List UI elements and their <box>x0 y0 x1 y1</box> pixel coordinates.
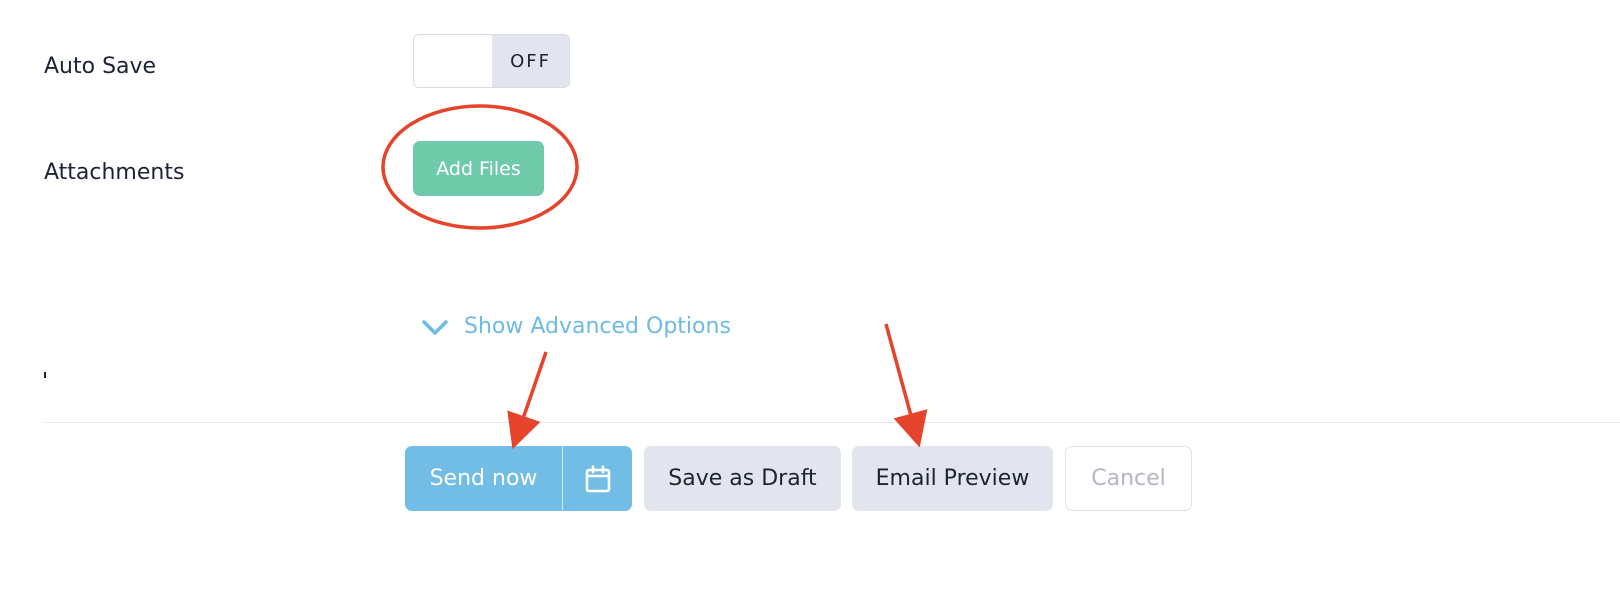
auto-save-label: Auto Save <box>44 54 157 79</box>
toggle-state-text: OFF <box>492 35 569 87</box>
send-button-group: Send now <box>405 446 632 511</box>
schedule-send-button[interactable] <box>563 446 632 511</box>
calendar-icon <box>585 464 610 492</box>
email-compose-settings: Auto Save OFF Attachments Add Files Show… <box>0 0 1620 602</box>
chevron-down-icon <box>422 319 448 335</box>
annotation-overlay <box>381 104 928 450</box>
save-as-draft-button[interactable]: Save as Draft <box>644 446 841 511</box>
email-preview-button[interactable]: Email Preview <box>852 446 1053 511</box>
send-now-button[interactable]: Send now <box>405 446 562 511</box>
add-files-button[interactable]: Add Files <box>413 141 544 196</box>
arrow-to-send-now <box>507 351 548 450</box>
section-divider <box>44 422 1620 423</box>
auto-save-toggle[interactable]: OFF <box>413 34 570 88</box>
show-advanced-options-label: Show Advanced Options <box>464 314 731 339</box>
stray-mark <box>44 372 46 378</box>
cancel-button[interactable]: Cancel <box>1065 446 1192 511</box>
toggle-knob-area <box>414 35 492 87</box>
show-advanced-options-link[interactable]: Show Advanced Options <box>420 314 731 339</box>
attachments-label: Attachments <box>44 160 185 185</box>
arrow-to-email-preview <box>884 323 928 448</box>
